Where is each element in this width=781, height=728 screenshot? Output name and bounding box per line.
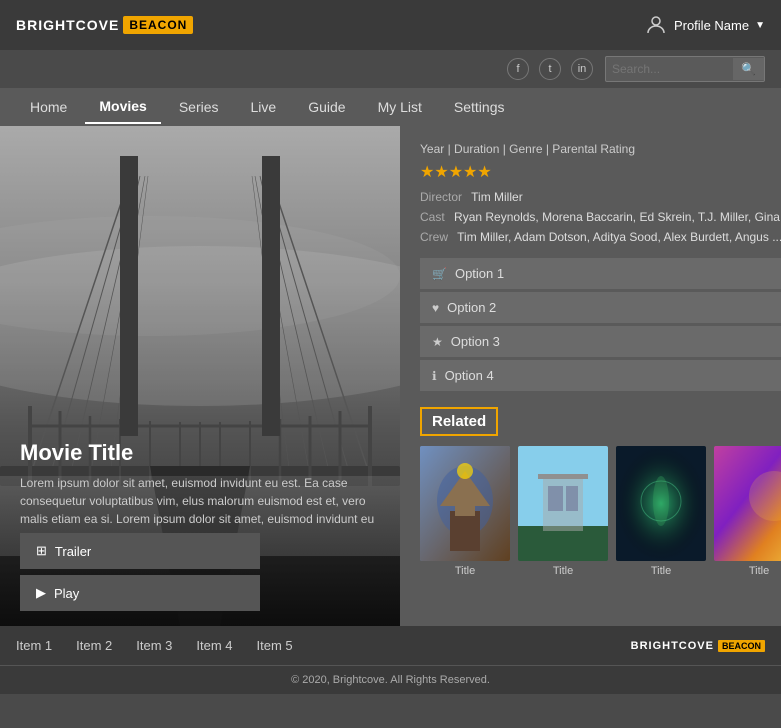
option-icon-3: ★ — [432, 335, 443, 349]
related-thumb-4 — [714, 446, 781, 561]
crew-label: Crew — [420, 230, 448, 244]
related-item[interactable]: Title — [714, 446, 781, 577]
footer-item-4[interactable]: Item 4 — [196, 638, 232, 653]
related-items: Title Title Title Title › — [420, 446, 781, 577]
nav-movies[interactable]: Movies — [85, 90, 160, 124]
footer-item-3[interactable]: Item 3 — [136, 638, 172, 653]
footer-item-5[interactable]: Item 5 — [257, 638, 293, 653]
trailer-button[interactable]: ⊞ Trailer — [20, 533, 260, 569]
trailer-icon: ⊞ — [36, 543, 47, 559]
option-icon-4: ℹ — [432, 369, 437, 383]
profile-section[interactable]: Profile Name ▼ — [644, 13, 765, 37]
option-icon-1: 🛒 — [432, 267, 447, 281]
related-section: Related Title Title Title Title › — [420, 407, 781, 577]
twitter-icon[interactable]: t — [539, 58, 561, 80]
option-btn-3[interactable]: ★ Option 3 — [420, 326, 781, 357]
navigation: Home Movies Series Live Guide My List Se… — [0, 88, 781, 126]
footer-logo-beacon: BEACON — [718, 640, 765, 652]
nav-home[interactable]: Home — [16, 91, 81, 123]
footer-items: Item 1 Item 2 Item 3 Item 4 Item 5 — [16, 638, 293, 653]
related-item-title-2: Title — [553, 565, 573, 577]
footer-nav: Item 1 Item 2 Item 3 Item 4 Item 5 BRIGHTCOV… — [0, 626, 781, 665]
option-btn-2[interactable]: ♥ Option 2 — [420, 292, 781, 323]
details-panel: Year | Duration | Genre | Parental Ratin… — [400, 126, 781, 626]
cast-row: Cast Ryan Reynolds, Morena Baccarin, Ed … — [420, 210, 781, 224]
related-item-title-3: Title — [651, 565, 671, 577]
cast-label: Cast — [420, 210, 445, 224]
profile-name: Profile Name — [674, 18, 749, 33]
play-button[interactable]: ▶ Play — [20, 575, 260, 611]
copyright: © 2020, Brightcove. All Rights Reserved. — [0, 665, 781, 694]
play-icon: ▶ — [36, 585, 46, 601]
related-thumb-3 — [616, 446, 706, 561]
footer-logo: BRIGHTCOVE BEACON — [631, 640, 765, 652]
crew-value: Tim Miller, Adam Dotson, Aditya Sood, Al… — [457, 230, 781, 244]
options-list: 🛒 Option 1 ♥ Option 2 ★ Option 3 ℹ Option 4 — [420, 258, 781, 391]
footer-item-2[interactable]: Item 2 — [76, 638, 112, 653]
nav-my-list[interactable]: My List — [364, 91, 436, 123]
movie-panel: Movie Title Lorem ipsum dolor sit amet, … — [0, 126, 400, 626]
social-icons: f t in — [507, 58, 593, 80]
nav-series[interactable]: Series — [165, 91, 233, 123]
dropdown-arrow-icon: ▼ — [755, 20, 765, 31]
profile-icon — [644, 13, 668, 37]
option-btn-4[interactable]: ℹ Option 4 — [420, 360, 781, 391]
option-icon-2: ♥ — [432, 301, 439, 315]
logo-beacon-text: BEACON — [123, 16, 193, 34]
logo[interactable]: BRIGHTCOVE BEACON — [16, 16, 193, 34]
option-label-2: Option 2 — [447, 300, 496, 315]
nav-guide[interactable]: Guide — [294, 91, 359, 123]
movie-rating-stars: ★★★★★ — [420, 162, 781, 182]
related-thumb-2 — [518, 446, 608, 561]
related-item[interactable]: Title — [420, 446, 510, 577]
header-right: Profile Name ▼ — [644, 13, 765, 37]
sub-header: f t in 🔍 — [0, 50, 781, 88]
search-button[interactable]: 🔍 — [733, 58, 764, 80]
search-input[interactable] — [606, 62, 733, 76]
director-label: Director — [420, 190, 462, 204]
logo-brightcove-text: BRIGHTCOVE — [16, 17, 119, 33]
movie-action-buttons: ⊞ Trailer ▶ Play — [20, 533, 380, 611]
search-bar: 🔍 — [605, 56, 765, 82]
crew-row: Crew Tim Miller, Adam Dotson, Aditya Soo… — [420, 230, 781, 244]
facebook-icon[interactable]: f — [507, 58, 529, 80]
footer-item-1[interactable]: Item 1 — [16, 638, 52, 653]
instagram-icon[interactable]: in — [571, 58, 593, 80]
related-item[interactable]: Title — [518, 446, 608, 577]
main-content: Movie Title Lorem ipsum dolor sit amet, … — [0, 126, 781, 626]
copyright-text: © 2020, Brightcove. All Rights Reserved. — [291, 674, 490, 686]
related-item-title-4: Title — [749, 565, 769, 577]
nav-settings[interactable]: Settings — [440, 91, 519, 123]
movie-title: Movie Title — [20, 440, 380, 466]
option-label-1: Option 1 — [455, 266, 504, 281]
cast-value: Ryan Reynolds, Morena Baccarin, Ed Skrei… — [454, 210, 781, 224]
footer-logo-brightcove: BRIGHTCOVE — [631, 640, 714, 652]
related-title: Related — [420, 407, 498, 436]
related-item[interactable]: Title — [616, 446, 706, 577]
director-value: Tim Miller — [471, 190, 523, 204]
movie-meta: Year | Duration | Genre | Parental Ratin… — [420, 142, 781, 156]
movie-info-overlay: Movie Title Lorem ipsum dolor sit amet, … — [20, 440, 380, 546]
option-label-3: Option 3 — [451, 334, 500, 349]
related-item-title-1: Title — [455, 565, 475, 577]
header: BRIGHTCOVE BEACON Profile Name ▼ — [0, 0, 781, 50]
option-btn-1[interactable]: 🛒 Option 1 — [420, 258, 781, 289]
related-thumb-1 — [420, 446, 510, 561]
option-label-4: Option 4 — [445, 368, 494, 383]
director-row: Director Tim Miller — [420, 190, 781, 204]
nav-live[interactable]: Live — [237, 91, 291, 123]
